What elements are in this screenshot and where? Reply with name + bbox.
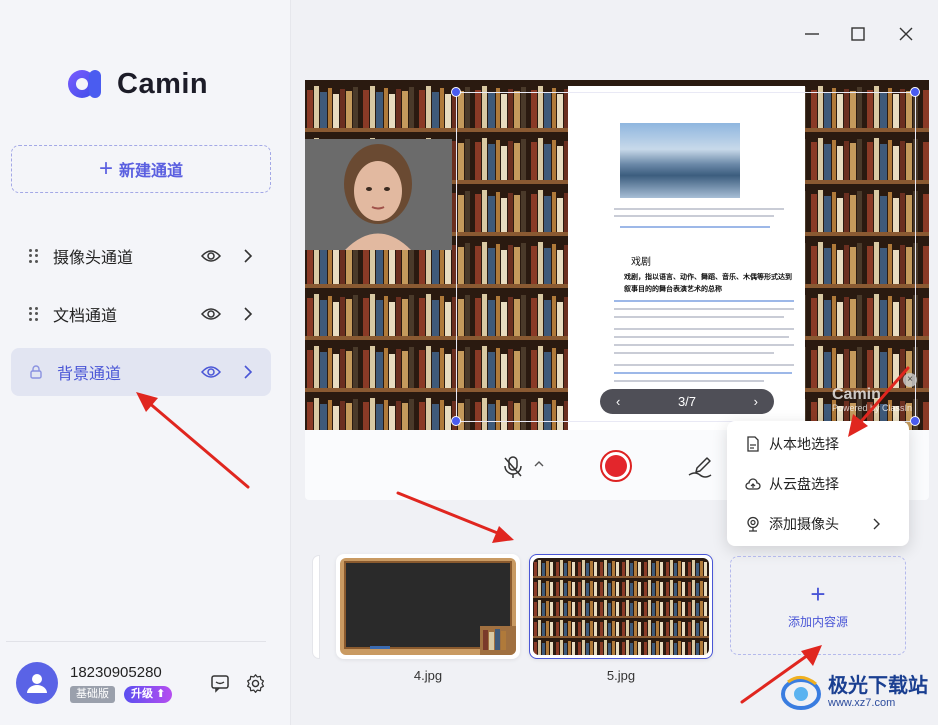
record-button[interactable] [600,450,632,482]
site-watermark-title: 极光下载站 [828,675,928,697]
site-watermark: 极光下载站 www.xz7.com [778,672,928,712]
menu-item-add-camera[interactable]: 添加摄像头 [727,505,909,543]
drag-handle-icon[interactable] [29,249,39,263]
resize-handle[interactable] [910,416,920,426]
menu-item-cloud-drive[interactable]: 从云盘选择 [727,465,909,503]
app-logo: Camin [67,66,208,102]
menu-item-label: 添加摄像头 [769,516,839,532]
chevron-right-icon[interactable]: › [754,394,758,409]
watermark-name: Camin [832,386,881,403]
channel-label: 背景通道 [57,366,122,383]
add-content-label: 添加内容源 [787,615,848,629]
add-content-source-button[interactable]: + 添加内容源 [730,556,906,655]
chevron-right-icon[interactable] [243,365,253,379]
eye-icon[interactable] [201,365,221,379]
add-source-menu: 从本地选择 从云盘选择 添加摄像头 [727,421,909,546]
maximize-icon[interactable] [849,25,867,43]
close-icon[interactable] [897,25,915,43]
thumbnail-bookshelf[interactable] [529,554,713,659]
app-name: Camin [117,67,209,100]
lock-icon[interactable] [29,365,43,379]
drag-handle-icon[interactable] [29,307,39,321]
plus-icon: + [98,155,113,182]
resize-handle[interactable] [451,416,461,426]
arrow-up-icon: ⬆ [156,688,166,700]
page-navigator: ‹ 3/7 › [600,389,774,414]
chevron-up-icon[interactable] [534,460,544,468]
sidebar-item-camera-channel[interactable]: 摄像头通道 [11,232,271,280]
user-phone: 18230905280 [70,664,162,681]
chevron-right-icon[interactable] [243,249,253,263]
eye-icon[interactable] [201,307,221,321]
menu-item-label: 从云盘选择 [769,476,839,492]
camin-logo-icon [68,70,101,98]
cloud-icon [745,478,761,490]
plus-icon: + [810,579,826,609]
camera-icon [747,516,759,532]
chevron-right-icon[interactable] [243,307,253,321]
camera-feed-tile[interactable] [305,139,452,250]
close-watermark-icon[interactable]: × [903,373,917,387]
camin-watermark: Camin Powered by ClassIn [832,386,912,413]
avatar[interactable] [16,662,58,704]
sidebar: Camin + 新建通道 摄像头通道 文档通道 背景通道 18230905280… [0,0,291,725]
chevron-left-icon[interactable]: ‹ [616,394,620,409]
thumbnail-image [340,558,516,655]
person-portrait [305,139,452,250]
menu-item-local-file[interactable]: 从本地选择 [727,425,909,463]
sidebar-item-background-channel[interactable]: 背景通道 [11,348,271,396]
resize-handle[interactable] [451,87,461,97]
user-icon [27,674,47,693]
thumbnail-image [533,558,709,655]
selection-frame[interactable] [456,92,916,422]
new-channel-button[interactable]: + 新建通道 [11,145,271,193]
channel-label: 摄像头通道 [53,250,134,267]
menu-item-label: 从本地选择 [769,436,839,452]
sidebar-item-document-channel[interactable]: 文档通道 [11,290,271,338]
channel-label: 文档通道 [53,308,118,325]
watermark-subtitle: Powered by ClassIn [832,403,913,413]
divider [6,641,266,642]
chevron-right-icon [873,518,880,530]
site-logo-icon [781,676,821,710]
microphone-muted-icon[interactable] [502,455,524,479]
message-icon[interactable] [210,673,230,693]
thumbnail-filename: 4.jpg [413,668,443,683]
minimize-icon[interactable] [803,25,821,43]
gear-icon[interactable] [245,673,266,694]
pen-icon[interactable] [687,454,713,478]
new-channel-label: 新建通道 [119,163,184,180]
page-indicator: 3/7 [677,394,697,409]
resize-handle[interactable] [910,87,920,97]
scroll-edge [313,556,319,658]
thumbnail-filename: 5.jpg [606,668,636,683]
file-icon [747,436,759,452]
plan-badge: 基础版 [70,686,115,703]
site-watermark-url: www.xz7.com [828,697,896,709]
record-dot-icon [605,455,627,477]
eye-icon[interactable] [201,249,221,263]
thumbnail-chalkboard[interactable] [336,554,520,659]
upgrade-label: 升级 [131,688,153,700]
upgrade-button[interactable]: 升级 ⬆ [124,686,173,703]
